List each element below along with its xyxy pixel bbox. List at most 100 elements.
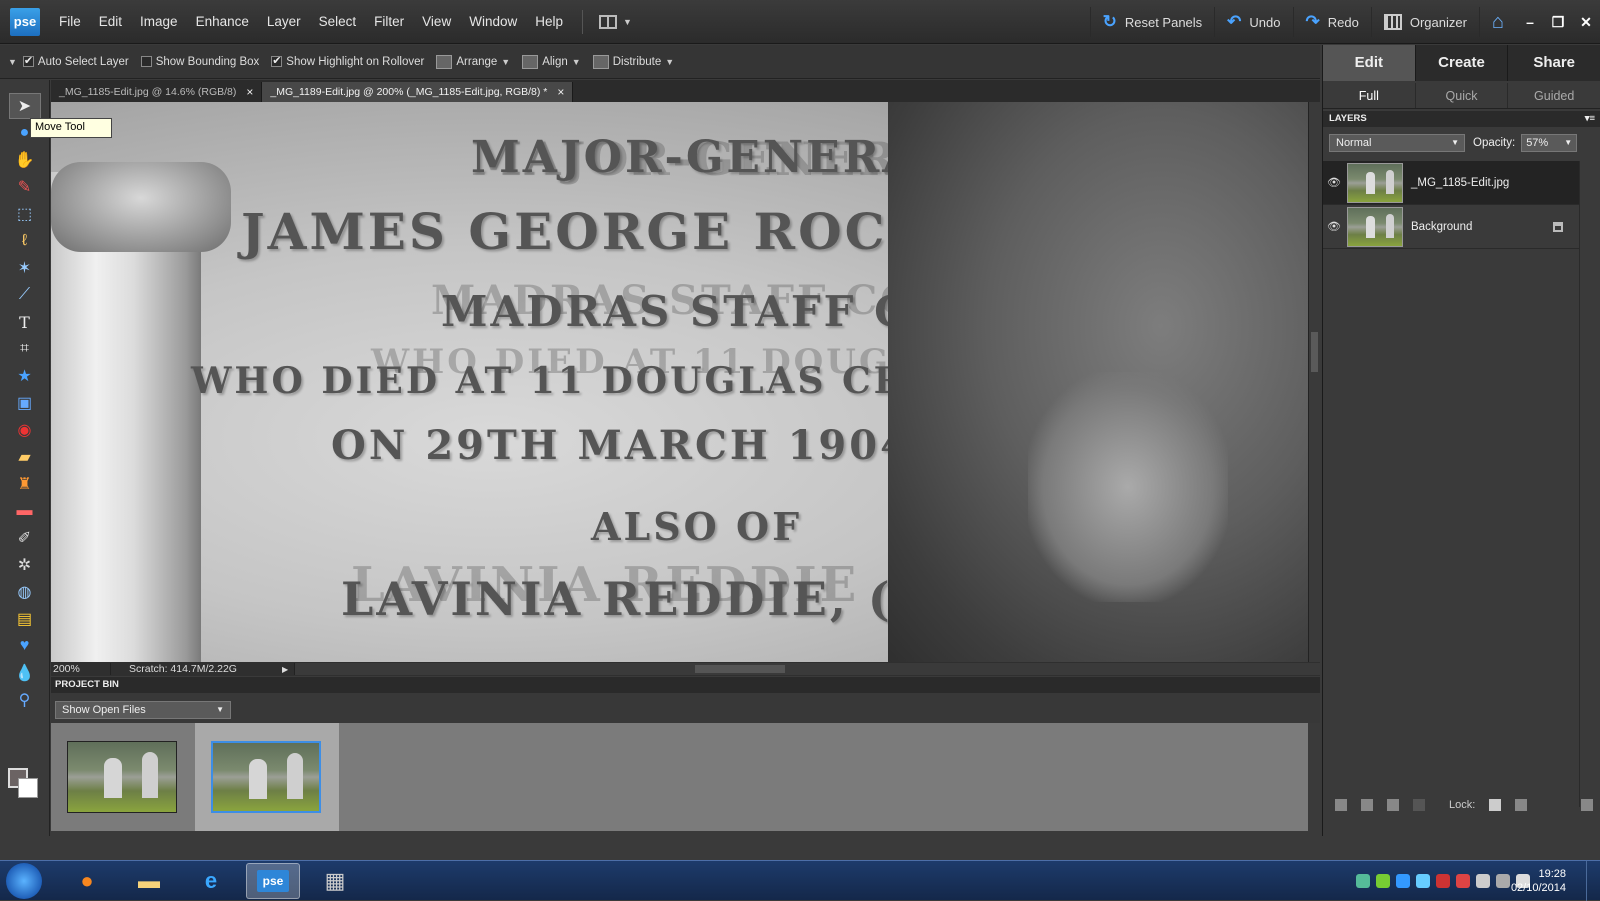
zoom-level[interactable]: 200% [51,663,111,675]
restore-icon[interactable]: ❐ [1544,14,1572,31]
reset-panels-button[interactable]: ↻ Reset Panels [1089,7,1215,37]
trash-icon[interactable] [1581,799,1594,811]
explorer-taskbar-button[interactable]: ▬ [122,863,176,899]
eye-icon[interactable]: 👁 [1323,220,1345,233]
tab-quick[interactable]: Quick [1416,83,1509,108]
signal-icon[interactable] [1496,874,1510,888]
doc-tab-2[interactable]: _MG_1189-Edit.jpg @ 200% (_MG_1185-Edit.… [262,82,574,102]
firefox-taskbar-button[interactable]: ● [60,863,114,899]
tab-full[interactable]: Full [1323,83,1416,108]
gradient-tool[interactable]: ▤ [9,606,41,632]
organizer-button[interactable]: Organizer [1370,7,1479,37]
close-icon[interactable]: ✕ [1572,14,1600,31]
undo-button[interactable]: ↶ Undo [1214,7,1292,37]
brush-tool[interactable]: ✐ [9,525,41,551]
start-button[interactable] [6,863,42,899]
marquee-tool[interactable]: ⬚ [9,201,41,227]
eye-icon[interactable]: 👁 [1323,176,1345,189]
lock-all-icon[interactable] [1515,799,1528,811]
tab-guided[interactable]: Guided [1508,83,1600,108]
auto-select-layer-checkbox[interactable] [22,54,34,67]
menu-filter[interactable]: Filter [365,0,413,44]
clone-stamp-tool[interactable]: ♜ [9,471,41,497]
shape-tool[interactable]: ♥ [9,633,41,659]
tab-edit[interactable]: Edit [1323,45,1416,81]
layer-mask-icon[interactable] [1361,799,1373,811]
ie-taskbar-button[interactable]: e [184,863,238,899]
cookie-cutter-tool[interactable]: ★ [9,363,41,389]
red-eye-tool[interactable]: ◉ [9,417,41,443]
volume-icon[interactable] [1476,874,1490,888]
home-button[interactable]: ⌂ [1478,7,1516,37]
eraser-tool[interactable]: ▬ [9,498,41,524]
canvas-vertical-scrollbar[interactable] [1308,102,1320,662]
sync-icon[interactable] [1376,874,1390,888]
arrange-documents-button[interactable]: ▼ [593,15,638,29]
pse-taskbar-button[interactable]: pse [246,863,300,899]
move-tool[interactable]: ➤ [8,93,41,119]
blend-mode-select[interactable]: Normal ▼ [1329,134,1465,152]
paint-bucket-tool[interactable]: ◍ [9,579,41,605]
menu-file[interactable]: File [50,0,90,44]
show-bounding-box-option[interactable]: Show Bounding Box [140,56,259,68]
layers-scrollbar[interactable] [1579,161,1591,807]
image-canvas[interactable]: MAJOR-GENERAL MADRAS STAFF CORPS WHO DIE… [51,102,1308,662]
bin-thumbnail[interactable] [51,723,195,831]
show-highlight-checkbox[interactable] [271,54,283,67]
blur-tool[interactable]: 💧 [9,660,41,686]
menu-image[interactable]: Image [131,0,187,44]
canvas-horizontal-scrollbar[interactable] [294,663,1320,675]
options-menu-icon[interactable]: ▼ [8,57,17,67]
link-icon[interactable] [1413,799,1425,811]
hand-tool[interactable]: ✋ [9,147,41,173]
show-desktop-button[interactable] [1586,861,1600,901]
lasso-tool[interactable]: ℓ [9,228,41,254]
menu-view[interactable]: View [413,0,460,44]
panel-menu-icon[interactable]: ▾≡ [1585,111,1595,127]
scrollbar-thumb[interactable] [695,665,786,673]
calculator-taskbar-button[interactable]: ▦ [308,863,362,899]
menu-edit[interactable]: Edit [90,0,131,44]
dropbox-icon[interactable] [1416,874,1430,888]
magic-wand-tool[interactable]: ✶ [9,255,41,281]
menu-help[interactable]: Help [526,0,572,44]
arrange-dropdown[interactable]: Arrange ▼ [436,54,510,69]
close-icon[interactable]: × [557,85,564,99]
menu-window[interactable]: Window [460,0,526,44]
quick-selection-tool[interactable]: ⟋ [9,282,41,308]
opacity-input[interactable]: 57% ▼ [1521,134,1578,152]
lock-transparency-icon[interactable] [1489,799,1502,811]
show-highlight-option[interactable]: Show Highlight on Rollover [271,54,424,68]
minimize-icon[interactable]: – [1516,14,1544,30]
distribute-dropdown[interactable]: Distribute ▼ [592,54,674,69]
menu-select[interactable]: Select [310,0,366,44]
smart-brush-tool[interactable]: ✲ [9,552,41,578]
sponge-tool[interactable]: ⚲ [9,687,41,713]
menu-layer[interactable]: Layer [258,0,310,44]
color-swatches[interactable] [8,768,42,802]
straighten-tool[interactable]: ▣ [9,390,41,416]
bin-thumbnail-selected[interactable] [195,723,339,831]
redo-button[interactable]: ↷ Redo [1292,7,1371,37]
type-tool[interactable]: T [9,309,41,335]
app-logo[interactable]: pse [10,8,40,36]
close-icon[interactable]: × [246,85,253,99]
menu-enhance[interactable]: Enhance [187,0,258,44]
tab-create[interactable]: Create [1416,45,1509,81]
adjustment-layer-icon[interactable] [1387,799,1399,811]
auto-select-layer-option[interactable]: Auto Select Layer [22,54,129,68]
eyedropper-tool[interactable]: ✎ [9,174,41,200]
align-dropdown[interactable]: Align ▼ [522,54,581,69]
tab-share[interactable]: Share [1508,45,1600,81]
layer-row[interactable]: 👁 Background [1323,205,1579,249]
scrollbar-thumb[interactable] [1311,332,1318,372]
bin-scrollbar[interactable] [1308,723,1320,831]
spot-healing-tool[interactable]: ▰ [9,444,41,470]
bin-filter-select[interactable]: Show Open Files ▼ [55,701,231,719]
network-app-icon[interactable] [1356,874,1370,888]
cloud-icon[interactable] [1396,874,1410,888]
layer-row[interactable]: 👁 _MG_1185-Edit.jpg [1323,161,1579,205]
play-icon[interactable]: ▶ [276,665,294,674]
background-color-swatch[interactable] [18,778,38,798]
system-clock[interactable]: 19:28 02/10/2014 [1511,867,1566,895]
